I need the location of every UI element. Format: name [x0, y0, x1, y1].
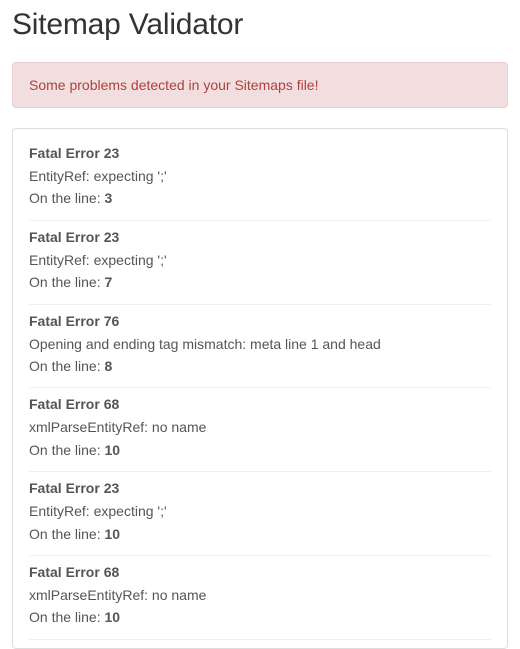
- error-item: Fatal Error 23 EntityRef: expecting ';' …: [29, 472, 491, 556]
- error-message: EntityRef: expecting ';': [29, 500, 491, 522]
- error-title: Fatal Error 68: [29, 396, 491, 412]
- error-line: On the line: 10: [29, 523, 491, 545]
- error-line: On the line: 3: [29, 187, 491, 209]
- error-title: Fatal Error 23: [29, 480, 491, 496]
- error-title: Fatal Error 23: [29, 145, 491, 161]
- error-line: On the line: 7: [29, 271, 491, 293]
- error-item: Fatal Error 76 Opening and ending tag mi…: [29, 305, 491, 389]
- alert-text: Some problems detected in your Sitemaps …: [29, 77, 318, 93]
- error-line: On the line: 10: [29, 439, 491, 461]
- page-title: Sitemap Validator: [12, 8, 508, 42]
- alert-banner: Some problems detected in your Sitemaps …: [12, 62, 508, 108]
- error-item: Fatal Error 23 EntityRef: expecting ';' …: [29, 221, 491, 305]
- error-line: On the line: 8: [29, 355, 491, 377]
- errors-panel: Fatal Error 23 EntityRef: expecting ';' …: [12, 128, 508, 649]
- error-item: Fatal Error 68 xmlParseEntityRef: no nam…: [29, 388, 491, 472]
- error-message: Opening and ending tag mismatch: meta li…: [29, 333, 491, 355]
- error-message: xmlParseEntityRef: no name: [29, 584, 491, 606]
- error-title: Fatal Error 68: [29, 564, 491, 580]
- error-title: Fatal Error 23: [29, 229, 491, 245]
- error-title: Fatal Error 76: [29, 313, 491, 329]
- error-message: EntityRef: expecting ';': [29, 249, 491, 271]
- error-message: EntityRef: expecting ';': [29, 165, 491, 187]
- error-message: xmlParseEntityRef: no name: [29, 416, 491, 438]
- error-item: Fatal Error 68 xmlParseEntityRef: no nam…: [29, 556, 491, 640]
- error-line: On the line: 10: [29, 606, 491, 628]
- error-item: Fatal Error 23 EntityRef: expecting ';' …: [29, 145, 491, 221]
